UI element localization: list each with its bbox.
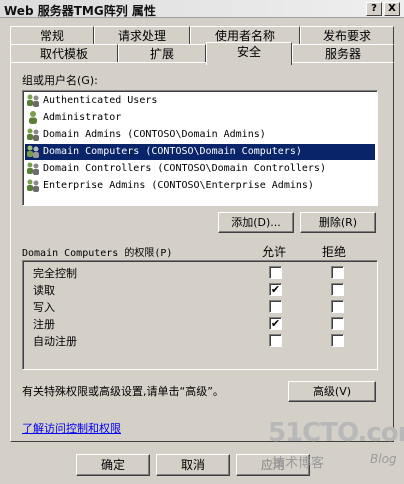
user-name: Administrator xyxy=(43,112,122,123)
deny-checkbox[interactable] xyxy=(331,300,344,313)
allow-column-header: 允许 xyxy=(262,245,287,259)
list-item[interactable]: Enterprise Admins (CONTOSO\Enterprise Ad… xyxy=(25,178,375,194)
watermark-blog: Blog xyxy=(370,452,397,466)
permission-name: 自动注册 xyxy=(33,335,77,348)
group-icon xyxy=(27,162,39,175)
tab-superseded-templates[interactable]: 取代模板 xyxy=(10,44,118,64)
permissions-table: 完全控制 读取 ✔ 写入 注册 ✔ 自动注册 xyxy=(22,260,378,370)
allow-checkbox[interactable] xyxy=(269,300,282,313)
permission-name: 读取 xyxy=(33,284,55,297)
list-item[interactable]: Domain Controllers (CONTOSO\Domain Contr… xyxy=(25,161,375,177)
advanced-button[interactable]: 高级(V) xyxy=(288,381,376,402)
allow-checkbox[interactable]: ✔ xyxy=(269,317,282,330)
cancel-button[interactable]: 取消 xyxy=(156,454,230,476)
tab-server[interactable]: 服务器 xyxy=(292,44,394,64)
permission-name: 写入 xyxy=(33,301,55,314)
window-title: Web 服务器TMG阵列 属性 xyxy=(4,4,156,18)
user-name: Domain Admins (CONTOSO\Domain Admins) xyxy=(43,129,266,140)
user-name: Domain Computers (CONTOSO\Domain Compute… xyxy=(43,146,302,157)
group-icon xyxy=(27,94,39,107)
tab-security[interactable]: 安全 xyxy=(206,42,292,65)
tab-request-handling[interactable]: 请求处理 xyxy=(94,26,190,46)
user-name: Authenticated Users xyxy=(43,95,158,106)
allow-checkbox[interactable]: ✔ xyxy=(269,283,282,296)
user-name: Enterprise Admins (CONTOSO\Enterprise Ad… xyxy=(43,180,314,191)
title-bar[interactable]: Web 服务器TMG阵列 属性 ? X xyxy=(0,0,404,18)
list-item-selected[interactable]: Domain Computers (CONTOSO\Domain Compute… xyxy=(25,144,375,160)
deny-checkbox[interactable] xyxy=(331,317,344,330)
deny-column-header: 拒绝 xyxy=(322,245,347,259)
tab-general[interactable]: 常规 xyxy=(10,26,94,46)
access-control-help-link[interactable]: 了解访问控制和权限 xyxy=(22,420,121,436)
permission-name: 注册 xyxy=(33,318,55,331)
add-button[interactable]: 添加(D)... xyxy=(218,212,294,233)
deny-checkbox[interactable] xyxy=(331,266,344,279)
group-icon xyxy=(27,128,39,141)
permissions-header: Domain Computers 的权限(P) xyxy=(22,248,173,259)
user-icon xyxy=(29,111,37,124)
advanced-hint: 有关特殊权限或高级设置,请单击“高级”。 xyxy=(22,385,224,398)
users-listbox[interactable]: Authenticated Users Administrator Domain… xyxy=(22,90,378,206)
allow-checkbox[interactable] xyxy=(269,266,282,279)
list-item[interactable]: Administrator xyxy=(25,110,375,126)
permission-name: 完全控制 xyxy=(33,267,77,280)
tab-extensions[interactable]: 扩展 xyxy=(118,44,206,64)
watermark-logo: 51CTO.com xyxy=(268,418,404,448)
list-item[interactable]: Domain Admins (CONTOSO\Domain Admins) xyxy=(25,127,375,143)
user-name: Domain Controllers (CONTOSO\Domain Contr… xyxy=(43,163,326,174)
allow-checkbox[interactable] xyxy=(269,334,282,347)
deny-checkbox[interactable] xyxy=(331,283,344,296)
group-icon xyxy=(27,145,39,158)
help-button[interactable]: ? xyxy=(366,2,382,16)
close-button[interactable]: X xyxy=(384,2,400,16)
deny-checkbox[interactable] xyxy=(331,334,344,347)
tab-publishing-requirements[interactable]: 发布要求 xyxy=(300,26,394,46)
remove-button[interactable]: 删除(R) xyxy=(300,212,376,233)
ok-button[interactable]: 确定 xyxy=(76,454,150,476)
users-list-label: 组或用户名(G): xyxy=(22,74,98,87)
watermark-subtitle: 技术博客 xyxy=(272,456,325,471)
list-item[interactable]: Authenticated Users xyxy=(25,93,375,109)
group-icon xyxy=(27,179,39,192)
